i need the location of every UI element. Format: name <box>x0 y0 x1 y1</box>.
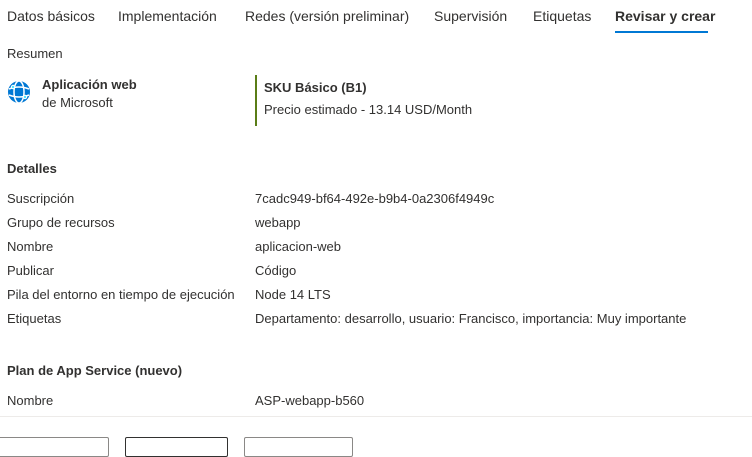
tab-etiquetas[interactable]: Etiquetas <box>533 6 591 26</box>
detail-value: webapp <box>255 215 301 230</box>
tab-redes[interactable]: Redes (versión preliminar) <box>245 6 409 26</box>
tab-supervision[interactable]: Supervisión <box>434 6 507 26</box>
detail-value: Código <box>255 263 297 278</box>
app-service-plan-title: Plan de App Service (nuevo) <box>7 363 183 378</box>
sku-summary: SKU Básico (B1) Precio estimado - 13.14 … <box>255 75 472 126</box>
detail-value: Departamento: desarrollo, usuario: Franc… <box>255 311 687 326</box>
previous-button[interactable] <box>0 437 109 457</box>
detail-label: Grupo de recursos <box>7 215 115 230</box>
detail-label: Publicar <box>7 263 54 278</box>
create-button[interactable] <box>125 437 228 457</box>
tab-revisar-y-crear[interactable]: Revisar y crear <box>615 6 715 26</box>
sku-price: Precio estimado - 13.14 USD/Month <box>264 102 473 117</box>
detail-value: 7cadc949-bf64-492e-b9b4-0a2306f4949c <box>255 191 495 206</box>
detail-value: Node 14 LTS <box>255 287 331 302</box>
action-bar <box>0 416 752 457</box>
detail-label: Etiquetas <box>7 311 62 326</box>
app-publisher: de Microsoft <box>42 95 113 110</box>
app-name: Aplicación web <box>42 77 137 92</box>
plan-label: Nombre <box>7 393 54 408</box>
tab-implementacion[interactable]: Implementación <box>118 6 217 26</box>
detail-label: Suscripción <box>7 191 75 206</box>
next-button[interactable] <box>244 437 353 457</box>
active-tab-indicator <box>615 31 708 33</box>
web-app-globe-icon <box>7 80 31 104</box>
detail-value: aplicacion-web <box>255 239 341 254</box>
tab-datos-basicos[interactable]: Datos básicos <box>7 6 95 26</box>
detail-label: Nombre <box>7 239 54 254</box>
detail-label: Pila del entorno en tiempo de ejecución <box>7 287 235 302</box>
summary-label: Resumen <box>7 46 63 61</box>
sku-title: SKU Básico (B1) <box>264 80 367 95</box>
tab-bar: Datos básicos Implementación Redes (vers… <box>0 0 752 36</box>
plan-value: ASP-webapp-b560 <box>255 393 365 408</box>
details-section-title: Detalles <box>7 161 57 176</box>
